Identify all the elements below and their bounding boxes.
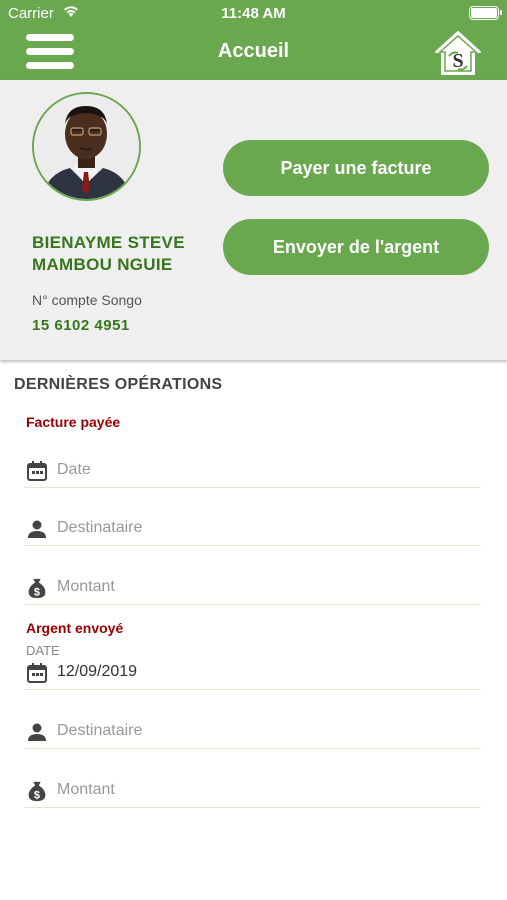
svg-text:$: $	[34, 586, 40, 598]
money-bag-icon: $	[28, 578, 46, 598]
profile-card: BIENAYME STEVE MAMBOU NGUIE N° compte So…	[0, 80, 507, 360]
sent-date-value: 12/09/2019	[57, 663, 138, 680]
sent-amount-placeholder: Montant	[57, 781, 115, 798]
user-name-line1: BIENAYME STEVE	[32, 233, 185, 252]
send-money-button[interactable]: Envoyer de l'argent	[223, 219, 489, 275]
person-icon	[28, 520, 46, 538]
svg-text:$: $	[34, 789, 40, 801]
status-bar: Carrier 11:48 AM	[0, 0, 507, 28]
battery-icon	[469, 6, 502, 20]
bill-date-placeholder: Date	[57, 461, 91, 478]
person-icon	[28, 723, 46, 741]
clock: 11:48 AM	[221, 5, 286, 22]
user-name: BIENAYME STEVE MAMBOU NGUIE	[32, 232, 222, 276]
profile-photo	[34, 94, 139, 199]
sent-recipient-placeholder: Destinataire	[57, 722, 143, 739]
calendar-icon	[27, 461, 47, 481]
avatar	[32, 92, 141, 201]
bill-date-field[interactable]: Date	[24, 452, 481, 488]
sent-date-field[interactable]: 12/09/2019	[24, 654, 481, 690]
money-bag-icon: $	[28, 781, 46, 801]
sent-amount-field[interactable]: $ Montant	[24, 772, 481, 808]
bill-amount-placeholder: Montant	[57, 578, 115, 595]
pay-bill-button[interactable]: Payer une facture	[223, 140, 489, 196]
account-number: 15 6102 4951	[32, 317, 130, 334]
bill-recipient-field[interactable]: Destinataire	[24, 510, 481, 546]
bill-amount-field[interactable]: $ Montant	[24, 569, 481, 605]
money-sent-title: Argent envoyé	[26, 620, 124, 636]
songo-home-logo-icon[interactable]: S	[434, 30, 482, 76]
calendar-icon	[27, 663, 47, 683]
top-bar: Carrier 11:48 AM Accueil S	[0, 0, 507, 80]
account-label: N° compte Songo	[32, 292, 142, 308]
bill-paid-title: Facture payée	[26, 414, 121, 430]
bill-recipient-placeholder: Destinataire	[57, 519, 143, 536]
sent-recipient-field[interactable]: Destinataire	[24, 713, 481, 749]
recent-operations-title: DERNIÈRES OPÉRATIONS	[14, 376, 223, 393]
page-title: Accueil	[217, 40, 290, 62]
user-name-line2: MAMBOU NGUIE	[32, 255, 173, 274]
